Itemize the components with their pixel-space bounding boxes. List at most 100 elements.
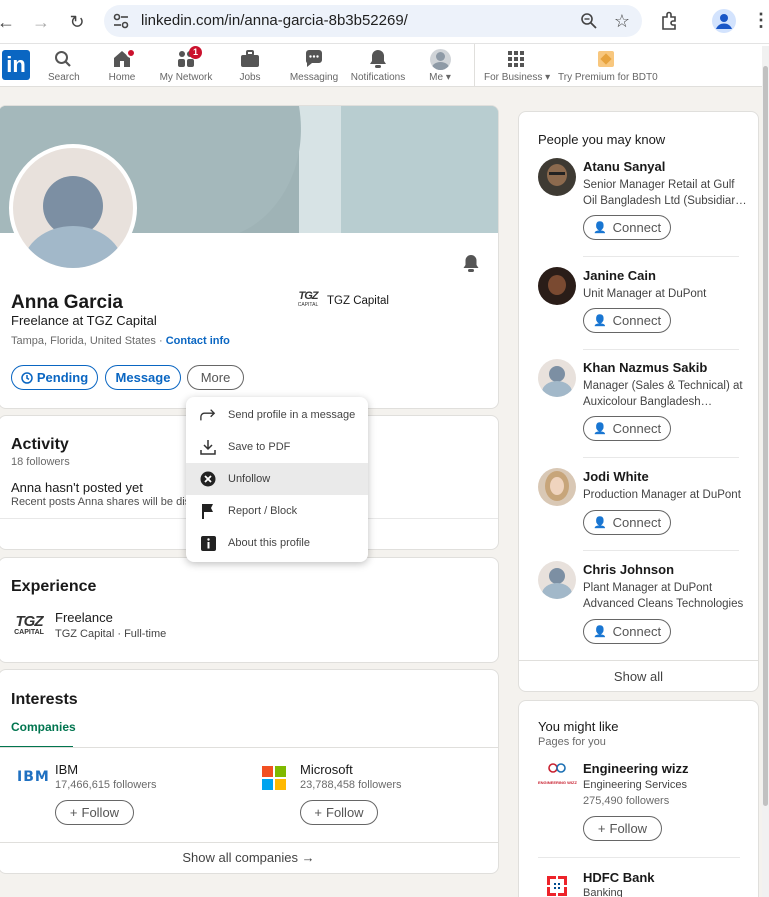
avatar[interactable] — [538, 468, 576, 506]
nav-premium[interactable]: Try Premium for BDT0 — [558, 48, 658, 83]
url-text[interactable]: linkedin.com/in/anna-garcia-8b3b52269/ — [141, 12, 408, 29]
connect-button[interactable]: 👤 Connect — [583, 416, 671, 441]
nav-search[interactable]: Search — [48, 48, 80, 83]
pymk-title: People you may know — [538, 132, 666, 147]
add-person-icon: 👤 — [592, 315, 607, 327]
experience-role[interactable]: Freelance — [55, 610, 113, 625]
person-name[interactable]: Khan Nazmus Sakib — [583, 360, 707, 375]
nav-label: Jobs — [239, 72, 261, 83]
chevron-down-icon: ▾ — [545, 72, 551, 83]
nav-jobs[interactable]: Jobs — [235, 48, 265, 83]
nav-home[interactable]: Home — [104, 48, 140, 83]
divider — [0, 747, 498, 748]
connect-button[interactable]: 👤 Connect — [583, 619, 671, 644]
show-all-companies-link[interactable]: Show all companies → — [0, 850, 498, 865]
pending-button[interactable]: Pending — [11, 365, 98, 390]
page-scrollbar[interactable] — [762, 46, 769, 897]
share-arrow-icon — [200, 409, 216, 421]
person-name[interactable]: Atanu Sanyal — [583, 159, 665, 174]
person-name[interactable]: Jodi White — [583, 469, 649, 484]
avatar[interactable] — [538, 561, 576, 599]
more-button[interactable]: More — [187, 365, 244, 390]
nav-divider — [474, 44, 475, 87]
people-you-may-know-card: People you may know Atanu Sanyal Senior … — [518, 111, 759, 692]
bell-icon — [370, 50, 386, 68]
plus-icon: + — [597, 821, 606, 836]
reload-icon[interactable]: ↻ — [65, 10, 89, 34]
person-title: Plant Manager at DuPont Advanced Cleans … — [583, 582, 744, 610]
activity-empty-title: Anna hasn't posted yet — [11, 480, 143, 495]
engineering-wizz-logo[interactable]: ENGINEERING WIZZ — [538, 761, 577, 799]
search-icon — [55, 51, 71, 67]
zoom-icon[interactable] — [580, 12, 598, 30]
avatar[interactable] — [538, 267, 576, 305]
avatar[interactable] — [538, 158, 576, 196]
tgz-capital-logo: TGZ CAPITAL — [297, 290, 319, 309]
download-icon — [200, 440, 216, 455]
chevron-down-icon: ▾ — [445, 72, 451, 83]
page-category: Banking — [583, 887, 623, 897]
connect-button[interactable]: 👤 Connect — [583, 215, 671, 240]
browser-toolbar: ← → ↻ linkedin.com/in/anna-garcia-8b3b52… — [0, 0, 769, 44]
extensions-icon[interactable] — [659, 10, 681, 32]
nav-label: Notifications — [350, 72, 406, 83]
browser-menu-icon[interactable]: ⋮ — [752, 10, 769, 31]
site-settings-icon[interactable] — [112, 12, 130, 30]
plus-icon: + — [314, 805, 322, 820]
connect-button[interactable]: 👤 Connect — [583, 510, 671, 535]
ymml-title: You might like — [538, 719, 619, 734]
company-name: TGZ Capital — [327, 294, 389, 307]
tgz-capital-logo: TGZ CAPITAL — [14, 613, 44, 636]
menu-unfollow[interactable]: Unfollow — [186, 463, 368, 495]
tab-companies[interactable]: Companies — [11, 720, 76, 734]
grid-icon — [508, 51, 524, 67]
menu-send-profile[interactable]: Send profile in a message — [186, 399, 368, 431]
briefcase-icon — [241, 50, 259, 67]
experience-card: Experience TGZ CAPITAL Freelance TGZ Cap… — [0, 557, 499, 663]
nav-label: Home — [108, 72, 136, 83]
company-name[interactable]: Microsoft — [300, 762, 353, 777]
follow-microsoft-button[interactable]: + Follow — [300, 800, 378, 825]
divider — [519, 660, 758, 661]
menu-report-block[interactable]: Report / Block — [186, 495, 368, 527]
contact-info-link[interactable]: Contact info — [166, 335, 230, 347]
address-bar[interactable]: linkedin.com/in/anna-garcia-8b3b52269/ ☆ — [104, 5, 642, 37]
linkedin-logo[interactable]: in — [2, 50, 30, 80]
profile-photo[interactable] — [9, 144, 137, 272]
person-title: Production Manager at DuPont — [583, 489, 741, 501]
person-name[interactable]: Janine Cain — [583, 268, 656, 283]
divider — [583, 550, 739, 551]
divider — [538, 857, 740, 858]
company-followers: 23,788,458 followers — [300, 779, 402, 791]
menu-about-profile[interactable]: About this profile — [186, 527, 368, 559]
add-person-icon: 👤 — [592, 222, 607, 234]
follow-ibm-button[interactable]: + Follow — [55, 800, 134, 825]
connect-button[interactable]: 👤 Connect — [583, 308, 671, 333]
person-name[interactable]: Chris Johnson — [583, 562, 674, 577]
menu-save-pdf[interactable]: Save to PDF — [186, 431, 368, 463]
nav-my-network[interactable]: 1 My Network — [158, 46, 214, 83]
current-company[interactable]: TGZ CAPITAL TGZ Capital — [297, 290, 389, 309]
scrollbar-thumb[interactable] — [763, 66, 768, 806]
back-icon[interactable]: ← — [0, 10, 18, 34]
nav-label: Search — [48, 72, 80, 83]
browser-profile-icon[interactable] — [712, 9, 736, 33]
page-name[interactable]: HDFC Bank — [583, 870, 655, 885]
bookmark-star-icon[interactable]: ☆ — [614, 11, 630, 32]
nav-messaging[interactable]: Messaging — [289, 48, 339, 83]
nav-for-business[interactable]: For Business ▾ — [484, 48, 551, 83]
hdfc-bank-logo[interactable] — [547, 876, 567, 896]
close-circle-icon — [200, 471, 216, 487]
avatar[interactable] — [538, 359, 576, 397]
show-all-link[interactable]: Show all — [519, 669, 758, 684]
company-name[interactable]: IBM — [55, 762, 78, 777]
bell-icon[interactable] — [462, 254, 480, 272]
profile-card: Anna Garcia Freelance at TGZ Capital Tam… — [0, 105, 499, 409]
nav-me[interactable]: Me ▾ — [425, 48, 455, 83]
nav-notifications[interactable]: Notifications — [350, 48, 406, 83]
message-button[interactable]: Message — [105, 365, 181, 390]
profile-location: Tampa, Florida, United States · — [11, 335, 163, 347]
follow-engineering-wizz-button[interactable]: + Follow — [583, 816, 662, 841]
forward-icon[interactable]: → — [29, 10, 53, 34]
page-name[interactable]: Engineering wizz — [583, 761, 688, 776]
